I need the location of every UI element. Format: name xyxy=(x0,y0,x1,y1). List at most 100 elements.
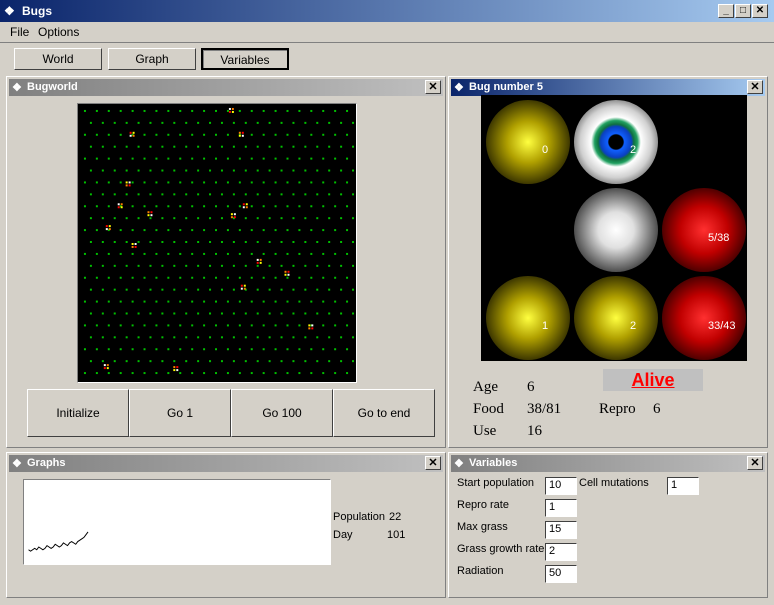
world-cell xyxy=(83,276,86,279)
world-cell xyxy=(238,252,241,255)
world-cell xyxy=(262,324,265,327)
world-cell xyxy=(131,245,134,248)
go-100-button[interactable]: Go 100 xyxy=(231,389,333,437)
world-cell xyxy=(125,336,128,339)
world-cell xyxy=(167,252,170,255)
go-1-button[interactable]: Go 1 xyxy=(129,389,231,437)
menu-file[interactable]: File xyxy=(10,25,29,39)
world-cell xyxy=(143,181,146,184)
world-cell xyxy=(220,360,223,363)
world-cell xyxy=(147,211,150,214)
world-cell xyxy=(280,121,283,124)
world-cell xyxy=(298,372,301,375)
world-cell xyxy=(280,360,283,363)
world-cell xyxy=(191,133,194,136)
world-cell xyxy=(95,348,98,351)
world-cell xyxy=(232,336,235,339)
world-cell xyxy=(262,348,265,351)
cell-mutations-input[interactable]: 1 xyxy=(667,477,699,495)
max-grass-input[interactable]: 15 xyxy=(545,521,577,539)
world-cell xyxy=(298,348,301,351)
world-cell xyxy=(352,312,355,315)
initialize-button[interactable]: Initialize xyxy=(27,389,129,437)
world-cell xyxy=(280,264,283,267)
world-cell xyxy=(161,360,164,363)
world-cell xyxy=(274,229,277,232)
world-cell xyxy=(238,229,241,232)
panel-icon: ❖ xyxy=(454,458,464,470)
grass-growth-rate-label: Grass growth rate xyxy=(457,543,545,555)
bug-close-button[interactable]: ✕ xyxy=(747,80,763,94)
world-cell xyxy=(328,312,331,315)
population-graph xyxy=(23,479,331,565)
world-cell xyxy=(328,193,331,196)
bug-cell-value: 5/38 xyxy=(708,232,730,244)
repro-rate-input[interactable]: 1 xyxy=(545,499,577,517)
world-cell xyxy=(304,264,307,267)
bug-cell-red: 33/43 xyxy=(660,274,748,362)
variables-button[interactable]: Variables xyxy=(201,48,289,70)
bug-cell-value: 2 xyxy=(630,144,637,156)
world-cell xyxy=(203,276,206,279)
world-cell xyxy=(95,109,98,112)
bugworld-close-button[interactable]: ✕ xyxy=(425,80,441,94)
day-value: 101 xyxy=(387,529,406,541)
world-cell xyxy=(113,193,116,196)
world-cell xyxy=(262,229,265,232)
world-cell xyxy=(262,372,265,375)
world-cell xyxy=(231,107,234,110)
window-title: Bugs xyxy=(22,4,52,18)
world-cell xyxy=(167,300,170,303)
variables-close-button[interactable]: ✕ xyxy=(747,456,763,470)
world-cell xyxy=(268,145,271,148)
bugworld-canvas[interactable] xyxy=(77,103,357,383)
start-population-input[interactable]: 10 xyxy=(545,477,577,495)
world-cell xyxy=(311,324,314,327)
world-cell xyxy=(304,169,307,172)
radiation-input[interactable]: 50 xyxy=(545,565,577,583)
world-cell xyxy=(134,245,137,248)
world-cell xyxy=(191,157,194,160)
maximize-button[interactable]: □ xyxy=(735,4,751,18)
world-cell xyxy=(256,264,259,267)
close-button[interactable]: ✕ xyxy=(752,4,768,18)
world-cell xyxy=(240,287,243,290)
world-cell xyxy=(143,324,146,327)
menu-options[interactable]: Options xyxy=(38,25,79,39)
world-cell xyxy=(161,169,164,172)
world-cell xyxy=(167,229,170,232)
world-cell xyxy=(120,203,123,206)
graph-button[interactable]: Graph xyxy=(108,48,196,70)
world-cell xyxy=(226,157,229,160)
world-cell xyxy=(197,217,200,220)
world-cell xyxy=(119,276,122,279)
world-cell xyxy=(113,241,116,243)
world-button[interactable]: World xyxy=(14,48,102,70)
world-cell xyxy=(280,241,283,243)
world-cell xyxy=(173,193,176,196)
graphs-close-button[interactable]: ✕ xyxy=(425,456,441,470)
world-cell xyxy=(132,134,135,137)
world-cell xyxy=(304,121,307,124)
grass-growth-rate-input[interactable]: 2 xyxy=(545,543,577,561)
world-cell xyxy=(83,109,86,112)
world-cell xyxy=(185,288,188,291)
world-cell xyxy=(298,181,301,184)
world-cell xyxy=(125,184,128,187)
world-cell xyxy=(292,169,295,172)
minimize-button[interactable]: _ xyxy=(718,4,734,18)
alive-status-link[interactable]: Alive xyxy=(603,369,703,391)
age-label: Age xyxy=(473,379,498,395)
world-cell xyxy=(292,121,295,124)
world-cell xyxy=(203,252,206,255)
world-cell xyxy=(185,121,188,124)
world-cell xyxy=(286,348,289,351)
bug-cell-white xyxy=(572,186,660,274)
world-cell xyxy=(137,193,140,196)
world-cell xyxy=(232,169,235,172)
world-cell xyxy=(107,372,110,375)
world-cell xyxy=(304,241,307,243)
go-to-end-button[interactable]: Go to end xyxy=(333,389,435,437)
world-cell xyxy=(286,252,289,255)
bug-cell-food: 1 xyxy=(484,274,572,362)
